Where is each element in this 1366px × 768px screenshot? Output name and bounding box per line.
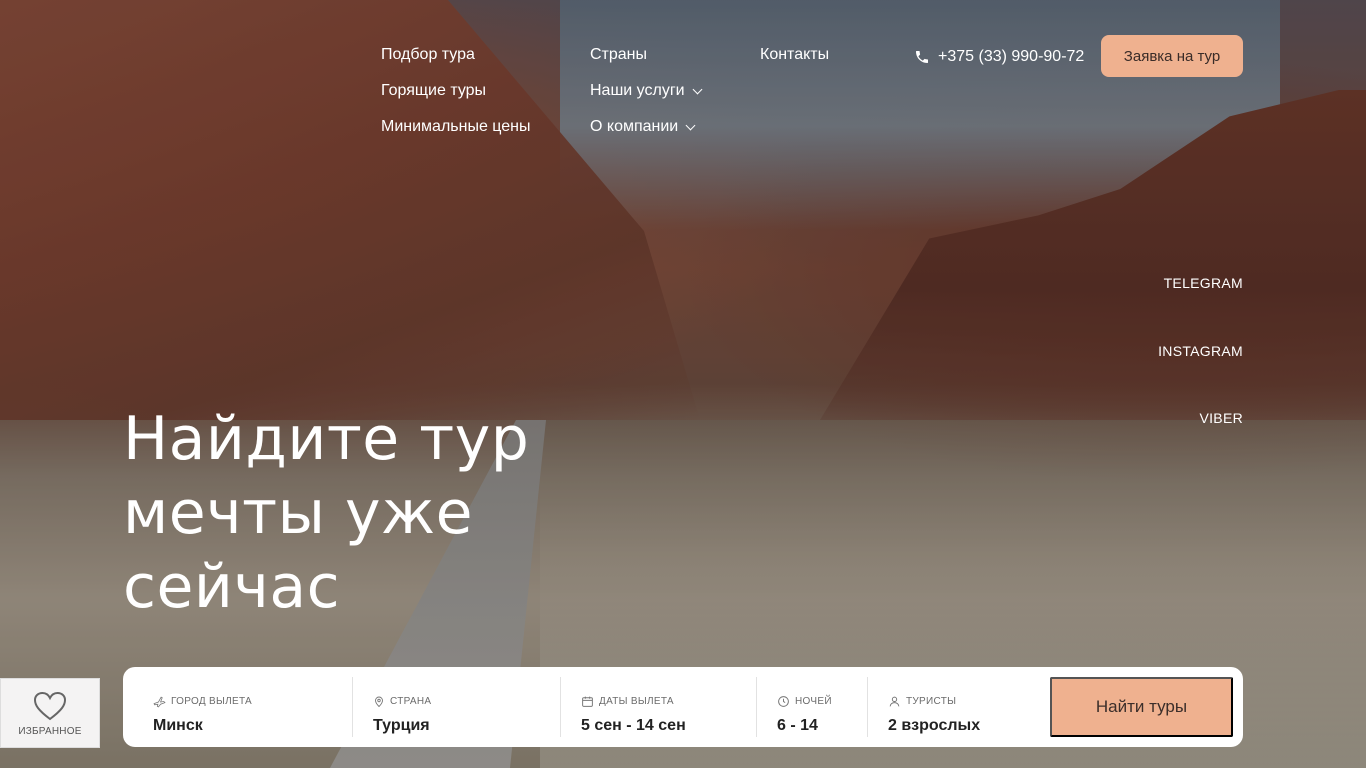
find-tours-button[interactable]: Найти туры [1050,677,1233,737]
user-icon [889,696,900,707]
nav-dropdown-company[interactable]: О компании [590,118,696,136]
country-field[interactable]: СТРАНА Турция [343,677,561,737]
tour-search-bar: ГОРОД ВЫЛЕТА Минск СТРАНА Турция ДАТЫ ВЫ… [123,667,1243,747]
chevron-down-icon [692,84,703,94]
nav-dropdown-services[interactable]: Наши услуги [590,82,703,100]
phone-icon [916,51,928,63]
tourists-field[interactable]: ТУРИСТЫ 2 взрослых [858,677,1038,737]
request-tour-button[interactable]: Заявка на тур [1101,35,1243,77]
hero-title-line-1: Найдите тур [123,404,530,474]
nights-label: НОЧЕЙ [777,695,832,708]
nights-field[interactable]: НОЧЕЙ 6 - 14 [747,677,867,737]
heart-icon [33,691,67,721]
departure-dates-field[interactable]: ДАТЫ ВЫЛЕТА 5 сен - 14 сен [551,677,757,737]
phone-link[interactable]: +375 (33) 990-90-72 [914,48,1084,66]
social-link-instagram[interactable]: INSTAGRAM [1158,343,1243,359]
social-link-viber[interactable]: VIBER [1199,410,1243,426]
nav-link-countries[interactable]: Страны [590,46,647,64]
favorites-button[interactable]: ИЗБРАННОЕ [0,678,100,748]
departure-city-value: Минск [153,717,203,734]
country-value: Турция [373,717,430,734]
nav-link-contacts[interactable]: Контакты [760,46,829,64]
nav-dropdown-services-label: Наши услуги [590,82,685,99]
nights-value: 6 - 14 [777,717,818,734]
calendar-icon [582,696,593,707]
favorites-label: ИЗБРАННОЕ [18,726,82,737]
departure-dates-value: 5 сен - 14 сен [581,717,686,734]
nav-dropdown-company-label: О компании [590,118,679,135]
background-overlay [0,0,1366,768]
nav-link-tour-selection[interactable]: Подбор тура [381,46,475,64]
nav-link-min-prices[interactable]: Минимальные цены [381,118,531,136]
departure-dates-label: ДАТЫ ВЫЛЕТА [581,695,674,708]
location-pin-icon [375,696,383,708]
hero-title: Найдите тур мечты уже сейчас [123,402,643,624]
hero-title-line-3: сейчас [123,552,341,622]
nav-link-hot-tours[interactable]: Горящие туры [381,82,486,100]
social-link-telegram[interactable]: TELEGRAM [1164,275,1243,291]
country-label: СТРАНА [373,695,431,708]
phone-number: +375 (33) 990-90-72 [938,48,1085,65]
tourists-value: 2 взрослых [888,717,981,734]
tourists-label: ТУРИСТЫ [888,695,956,708]
departure-city-label: ГОРОД ВЫЛЕТА [153,695,252,708]
clock-icon [778,696,789,707]
chevron-down-icon [685,120,696,130]
hero-title-line-2: мечты уже [123,478,473,548]
departure-city-field[interactable]: ГОРОД ВЫЛЕТА Минск [123,677,352,737]
plane-icon [153,696,166,708]
